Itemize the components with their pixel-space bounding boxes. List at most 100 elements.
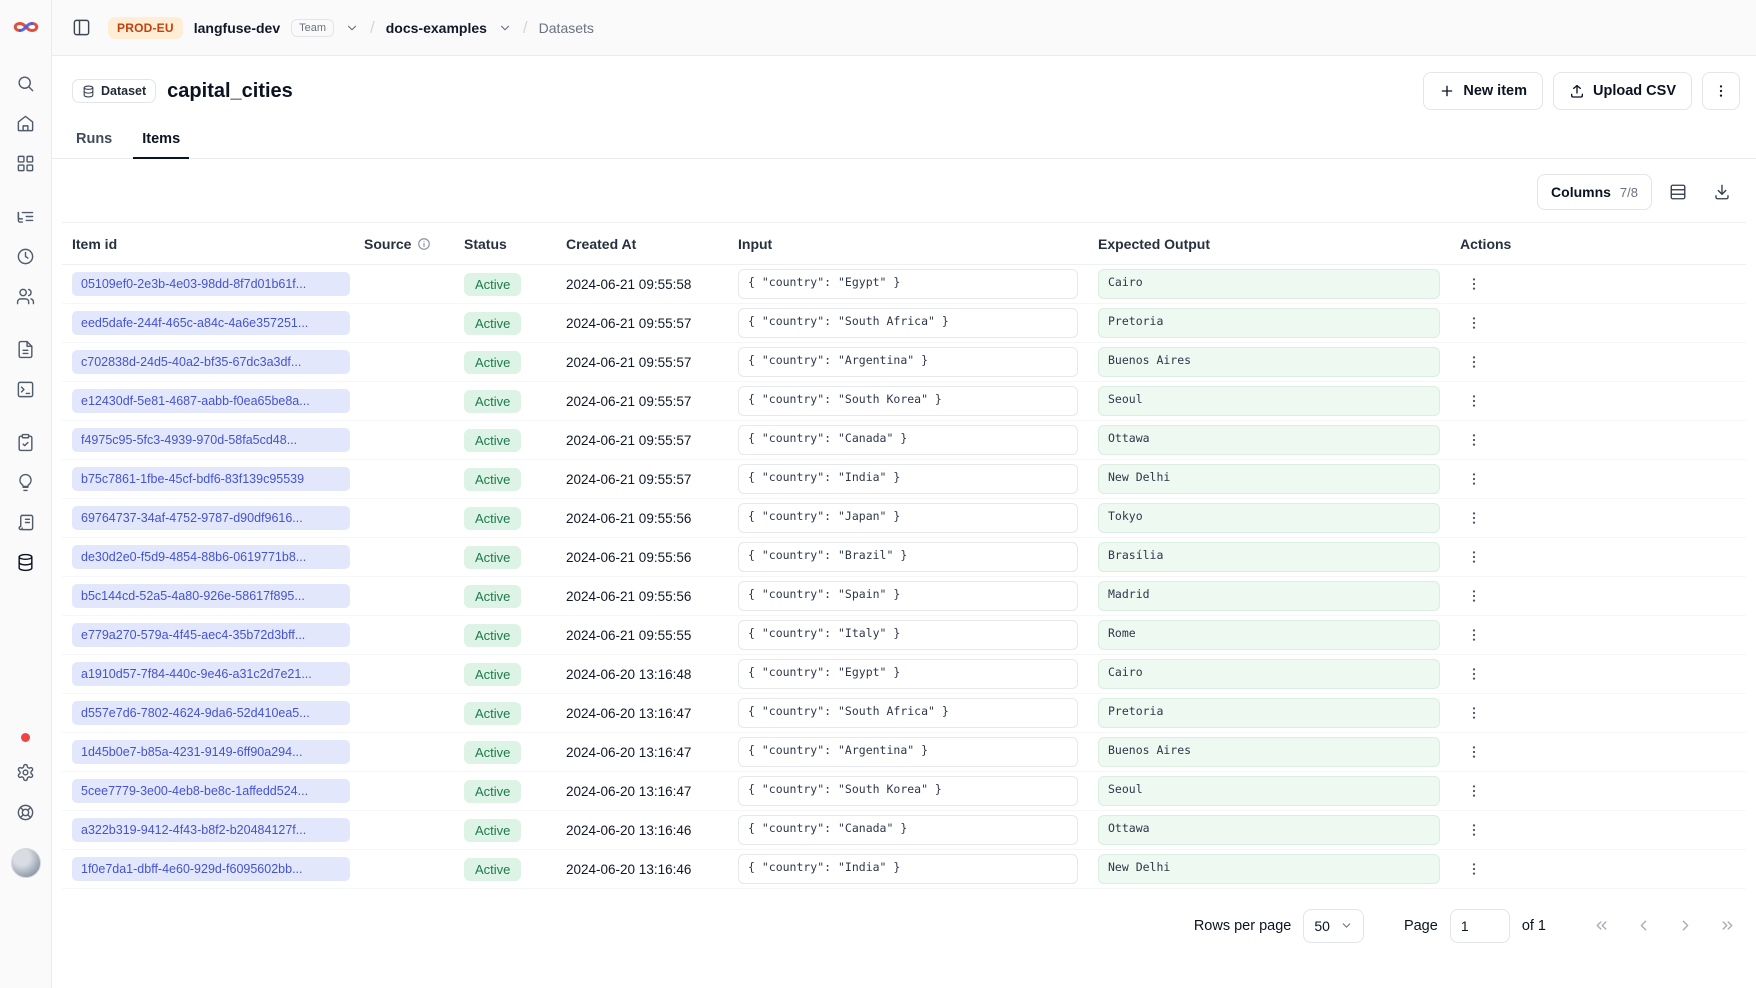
info-icon[interactable]	[417, 237, 431, 251]
item-id-link[interactable]: b5c144cd-52a5-4a80-926e-58617f895...	[72, 584, 350, 608]
expected-output-cell[interactable]: Buenos Aires	[1098, 347, 1440, 377]
expected-output-cell[interactable]: New Delhi	[1098, 464, 1440, 494]
table-row[interactable]: 5cee7779-3e00-4eb8-be8c-1affedd524... Ac…	[62, 772, 1746, 811]
input-cell[interactable]: { "country": "Argentina" }	[738, 347, 1078, 377]
breadcrumb-datasets[interactable]: Datasets	[539, 20, 594, 36]
row-actions-button[interactable]	[1460, 270, 1488, 298]
expected-output-cell[interactable]: Cairo	[1098, 269, 1440, 299]
item-id-link[interactable]: 5cee7779-3e00-4eb8-be8c-1affedd524...	[72, 779, 350, 803]
item-id-link[interactable]: 1d45b0e7-b85a-4231-9149-6ff90a294...	[72, 740, 350, 764]
item-id-link[interactable]: eed5dafe-244f-465c-a84c-4a6e357251...	[72, 311, 350, 335]
input-cell[interactable]: { "country": "Japan" }	[738, 503, 1078, 533]
input-cell[interactable]: { "country": "South Africa" }	[738, 698, 1078, 728]
tracing-icon[interactable]	[8, 198, 44, 234]
table-row[interactable]: a1910d57-7f84-440c-9e46-a31c2d7e21... Ac…	[62, 655, 1746, 694]
table-row[interactable]: 1f0e7da1-dbff-4e60-929d-f6095602bb... Ac…	[62, 850, 1746, 889]
row-actions-button[interactable]	[1460, 777, 1488, 805]
table-row[interactable]: 05109ef0-2e3b-4e03-98dd-8f7d01b61f... Ac…	[62, 265, 1746, 304]
org-chevron-down-icon[interactable]	[345, 21, 359, 35]
row-actions-button[interactable]	[1460, 582, 1488, 610]
row-actions-button[interactable]	[1460, 348, 1488, 376]
row-actions-button[interactable]	[1460, 855, 1488, 883]
org-role-badge[interactable]: Team	[291, 19, 334, 37]
project-chevron-down-icon[interactable]	[498, 21, 512, 35]
expected-output-cell[interactable]: Madrid	[1098, 581, 1440, 611]
item-id-link[interactable]: a322b319-9412-4f43-b8f2-b20484127f...	[72, 818, 350, 842]
input-cell[interactable]: { "country": "India" }	[738, 854, 1078, 884]
row-actions-button[interactable]	[1460, 543, 1488, 571]
table-row[interactable]: e12430df-5e81-4687-aabb-f0ea65be8a... Ac…	[62, 382, 1746, 421]
item-id-link[interactable]: f4975c95-5fc3-4939-970d-58fa5cd48...	[72, 428, 350, 452]
row-actions-button[interactable]	[1460, 426, 1488, 454]
table-row[interactable]: eed5dafe-244f-465c-a84c-4a6e357251... Ac…	[62, 304, 1746, 343]
tab-items[interactable]: Items	[140, 123, 182, 158]
evaluators-icon[interactable]	[8, 504, 44, 540]
row-actions-button[interactable]	[1460, 699, 1488, 727]
input-cell[interactable]: { "country": "Argentina" }	[738, 737, 1078, 767]
input-cell[interactable]: { "country": "Egypt" }	[738, 269, 1078, 299]
project-name[interactable]: docs-examples	[386, 20, 487, 36]
row-actions-button[interactable]	[1460, 309, 1488, 337]
support-lifebuoy-icon[interactable]	[8, 794, 44, 830]
item-id-link[interactable]: 69764737-34af-4752-9787-d90df9616...	[72, 506, 350, 530]
row-height-button[interactable]	[1660, 174, 1696, 210]
row-actions-button[interactable]	[1460, 387, 1488, 415]
expected-output-cell[interactable]: Brasília	[1098, 542, 1440, 572]
previous-page-button[interactable]	[1628, 911, 1658, 941]
input-cell[interactable]: { "country": "South Africa" }	[738, 308, 1078, 338]
columns-button[interactable]: Columns 7/8	[1537, 174, 1652, 210]
item-id-link[interactable]: d557e7d6-7802-4624-9da6-52d410ea5...	[72, 701, 350, 725]
users-icon[interactable]	[8, 278, 44, 314]
item-id-link[interactable]: de30d2e0-f5d9-4854-88b6-0619771b8...	[72, 545, 350, 569]
org-name[interactable]: langfuse-dev	[194, 20, 280, 36]
sessions-clock-icon[interactable]	[8, 238, 44, 274]
table-row[interactable]: b75c7861-1fbe-45cf-bdf6-83f139c95539 Act…	[62, 460, 1746, 499]
next-page-button[interactable]	[1670, 911, 1700, 941]
input-cell[interactable]: { "country": "India" }	[738, 464, 1078, 494]
expected-output-cell[interactable]: Seoul	[1098, 776, 1440, 806]
table-row[interactable]: f4975c95-5fc3-4939-970d-58fa5cd48... Act…	[62, 421, 1746, 460]
home-icon[interactable]	[8, 105, 44, 141]
input-cell[interactable]: { "country": "Italy" }	[738, 620, 1078, 650]
item-id-link[interactable]: b75c7861-1fbe-45cf-bdf6-83f139c95539	[72, 467, 350, 491]
table-row[interactable]: b5c144cd-52a5-4a80-926e-58617f895... Act…	[62, 577, 1746, 616]
new-item-button[interactable]: New item	[1423, 72, 1543, 110]
input-cell[interactable]: { "country": "South Korea" }	[738, 776, 1078, 806]
page-number-input[interactable]	[1450, 909, 1510, 943]
dashboard-icon[interactable]	[8, 145, 44, 181]
input-cell[interactable]: { "country": "Egypt" }	[738, 659, 1078, 689]
item-id-link[interactable]: a1910d57-7f84-440c-9e46-a31c2d7e21...	[72, 662, 350, 686]
table-row[interactable]: 1d45b0e7-b85a-4231-9149-6ff90a294... Act…	[62, 733, 1746, 772]
table-row[interactable]: a322b319-9412-4f43-b8f2-b20484127f... Ac…	[62, 811, 1746, 850]
playground-terminal-icon[interactable]	[8, 371, 44, 407]
search-icon[interactable]	[8, 65, 44, 101]
item-id-link[interactable]: 05109ef0-2e3b-4e03-98dd-8f7d01b61f...	[72, 272, 350, 296]
table-row[interactable]: de30d2e0-f5d9-4854-88b6-0619771b8... Act…	[62, 538, 1746, 577]
table-row[interactable]: 69764737-34af-4752-9787-d90df9616... Act…	[62, 499, 1746, 538]
row-actions-button[interactable]	[1460, 738, 1488, 766]
rows-per-page-select[interactable]: 50	[1303, 909, 1364, 943]
row-actions-button[interactable]	[1460, 816, 1488, 844]
item-id-link[interactable]: 1f0e7da1-dbff-4e60-929d-f6095602bb...	[72, 857, 350, 881]
input-cell[interactable]: { "country": "Brazil" }	[738, 542, 1078, 572]
first-page-button[interactable]	[1586, 911, 1616, 941]
expected-output-cell[interactable]: Rome	[1098, 620, 1440, 650]
input-cell[interactable]: { "country": "Canada" }	[738, 815, 1078, 845]
expected-output-cell[interactable]: New Delhi	[1098, 854, 1440, 884]
row-actions-button[interactable]	[1460, 621, 1488, 649]
expected-output-cell[interactable]: Pretoria	[1098, 308, 1440, 338]
upload-csv-button[interactable]: Upload CSV	[1553, 72, 1692, 110]
expected-output-cell[interactable]: Ottawa	[1098, 815, 1440, 845]
expected-output-cell[interactable]: Cairo	[1098, 659, 1440, 689]
langfuse-logo[interactable]	[12, 13, 40, 41]
input-cell[interactable]: { "country": "South Korea" }	[738, 386, 1078, 416]
expected-output-cell[interactable]: Seoul	[1098, 386, 1440, 416]
download-button[interactable]	[1704, 174, 1740, 210]
annotation-icon[interactable]	[8, 424, 44, 460]
expected-output-cell[interactable]: Ottawa	[1098, 425, 1440, 455]
insights-lightbulb-icon[interactable]	[8, 464, 44, 500]
sidebar-collapse-button[interactable]	[65, 12, 97, 44]
table-row[interactable]: d557e7d6-7802-4624-9da6-52d410ea5... Act…	[62, 694, 1746, 733]
prompts-icon[interactable]	[8, 331, 44, 367]
datasets-database-icon[interactable]	[8, 544, 44, 580]
